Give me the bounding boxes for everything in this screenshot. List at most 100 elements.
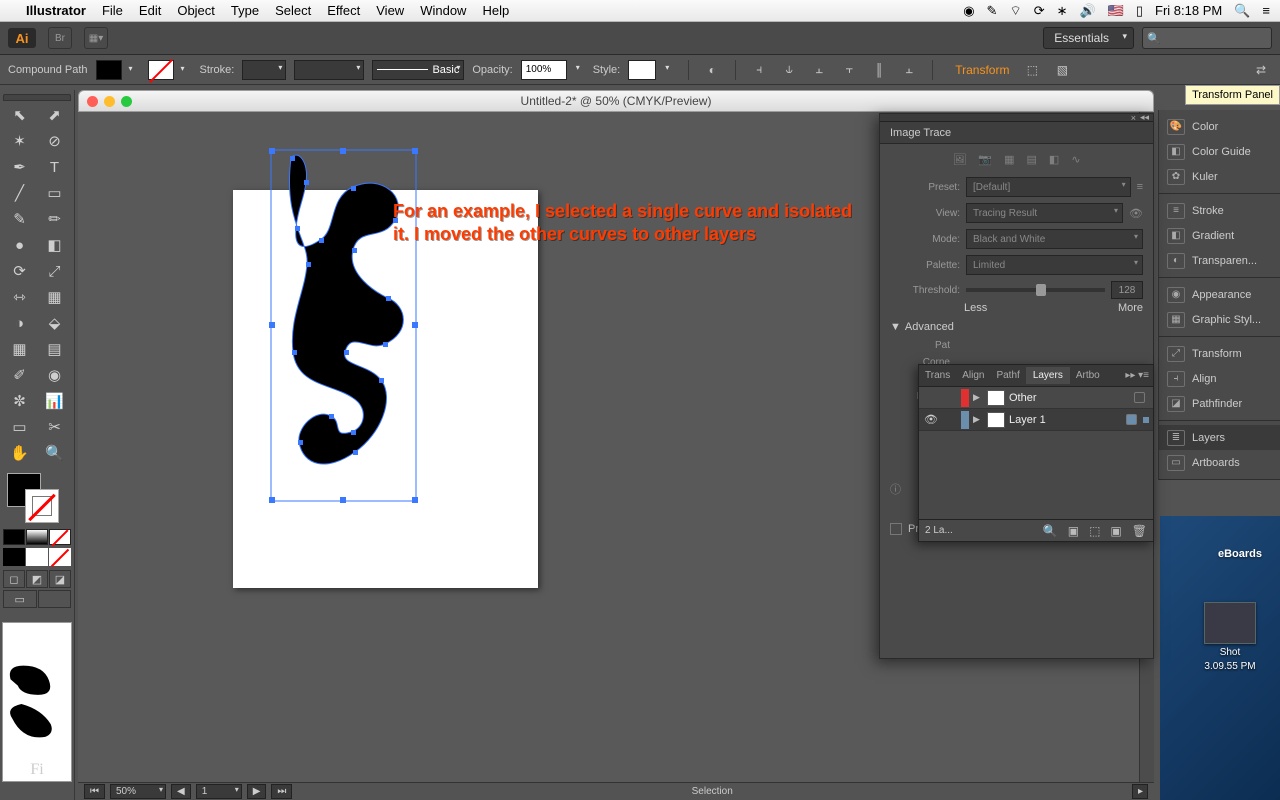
layer-row-layer1[interactable]: 👁 ▶ Layer 1	[919, 409, 1153, 431]
spotlight-icon[interactable]: 🔍	[1234, 3, 1250, 19]
edit-clip-button[interactable]: ▧	[1051, 60, 1073, 80]
trace-palette-select[interactable]: Limited	[966, 255, 1143, 275]
threshold-slider[interactable]	[966, 288, 1105, 292]
delete-layer-icon[interactable]: 🗑	[1132, 524, 1147, 538]
artboard-last-icon[interactable]: ⏭	[271, 784, 292, 799]
align-vcenter-button[interactable]: ║	[868, 60, 890, 80]
graphic-style-select[interactable]	[628, 60, 656, 80]
flag-icon[interactable]: 🇺🇸	[1108, 3, 1124, 19]
dock-layers[interactable]: ≣Layers	[1159, 425, 1280, 450]
visibility-toggle[interactable]	[923, 390, 939, 406]
dock-appearance[interactable]: ◉Appearance	[1159, 282, 1280, 307]
color-mode-toggle[interactable]	[3, 529, 71, 545]
eraser-tool[interactable]: ◧	[38, 233, 71, 257]
screen-mode-button[interactable]: ▭	[3, 590, 37, 608]
drawing-normal[interactable]: ◻	[3, 570, 25, 588]
hand-tool[interactable]: ✋	[3, 441, 36, 465]
zoom-tool[interactable]: 🔍	[38, 441, 71, 465]
tab-transform[interactable]: Trans	[919, 370, 956, 381]
volume-icon[interactable]: 🔊	[1080, 3, 1096, 19]
evernote-icon[interactable]: ✎	[987, 3, 998, 19]
menu-app[interactable]: Illustrator	[26, 3, 86, 18]
blob-brush-tool[interactable]: ●	[3, 233, 36, 257]
default-black[interactable]	[3, 548, 25, 566]
brush-select[interactable]: Basic	[372, 60, 464, 80]
align-bottom-button[interactable]: ⫠	[898, 60, 920, 80]
trace-preset-icon[interactable]: 📷	[978, 153, 992, 166]
dock-graphic-styles[interactable]: ▦Graphic Styl...	[1159, 307, 1280, 332]
threshold-value[interactable]: 128	[1111, 281, 1143, 299]
menu-view[interactable]: View	[376, 3, 404, 18]
visibility-toggle[interactable]: 👁	[923, 412, 939, 428]
stroke-color[interactable]	[25, 489, 59, 523]
gradient-tool[interactable]: ▤	[38, 337, 71, 361]
toolbox-grip[interactable]	[3, 94, 71, 101]
make-clip-icon[interactable]: ▣	[1068, 524, 1079, 538]
zoom-level[interactable]: 50%	[110, 784, 166, 799]
scale-tool[interactable]: ⤢	[38, 259, 71, 283]
align-left-button[interactable]: ⫞	[748, 60, 770, 80]
fill-stroke-control[interactable]	[3, 471, 71, 527]
rotate-tool[interactable]: ⟳	[3, 259, 36, 283]
stroke-swatch[interactable]	[148, 60, 174, 80]
nav-first-icon[interactable]: ⏮	[84, 784, 105, 799]
paintbrush-tool[interactable]: ✎	[3, 207, 36, 231]
app-search[interactable]: 🔍	[1142, 27, 1272, 49]
locate-object-icon[interactable]: 🔍	[1043, 524, 1058, 538]
lasso-tool[interactable]: ⊘	[38, 129, 71, 153]
eyedropper-tool[interactable]: ✐	[3, 363, 36, 387]
perspective-tool[interactable]: ⬙	[38, 311, 71, 335]
pen-tool[interactable]: ✒	[3, 155, 36, 179]
fill-swatch[interactable]	[96, 60, 122, 80]
new-sublayer-icon[interactable]: ⬚	[1089, 524, 1100, 538]
advanced-toggle[interactable]: ▼Advanced	[880, 317, 1153, 337]
desktop-screenshot-file[interactable]: Shot 3.09.55 PM	[1194, 602, 1266, 672]
var-width-profile[interactable]	[294, 60, 364, 80]
creative-cloud-icon[interactable]: ◉	[963, 3, 974, 19]
panel-menu-icon[interactable]: ▸▸ ▾≡	[1119, 370, 1153, 381]
clock[interactable]: Fri 8:18 PM	[1155, 3, 1222, 18]
dock-pathfinder[interactable]: ◪Pathfinder	[1159, 391, 1280, 416]
align-right-button[interactable]: ⫠	[808, 60, 830, 80]
dock-artboards[interactable]: ▭Artboards	[1159, 450, 1280, 475]
preset-options-icon[interactable]: ≡	[1137, 181, 1143, 193]
trace-mode-select[interactable]: Black and White	[966, 229, 1143, 249]
trace-preset-icon[interactable]: ▤	[1027, 153, 1037, 166]
bluetooth-icon[interactable]: ∗	[1057, 3, 1068, 19]
artboard-number[interactable]: 1	[196, 784, 242, 799]
selection-tool[interactable]: ⬉	[3, 103, 36, 127]
new-layer-icon[interactable]: ▣	[1110, 524, 1121, 538]
menu-effect[interactable]: Effect	[327, 3, 360, 18]
tab-artboards[interactable]: Artbo	[1070, 370, 1106, 381]
tab-pathfinder[interactable]: Pathf	[990, 370, 1025, 381]
dock-transform[interactable]: ⤢Transform	[1159, 341, 1280, 366]
trace-preset-icon[interactable]: ◧	[1049, 153, 1059, 166]
artboard-next-icon[interactable]: ▶	[247, 784, 267, 799]
column-graph-tool[interactable]: 📊	[38, 389, 71, 413]
target-icon[interactable]	[1126, 414, 1137, 425]
dock-gradient[interactable]: ◧Gradient	[1159, 223, 1280, 248]
blend-tool[interactable]: ◉	[38, 363, 71, 387]
trace-preset-icon[interactable]: 🖼	[952, 153, 966, 166]
menu-edit[interactable]: Edit	[139, 3, 161, 18]
artboard-prev-icon[interactable]: ◀	[171, 784, 191, 799]
battery-icon[interactable]: ▯	[1136, 3, 1143, 19]
trace-preset-select[interactable]: [Default]	[966, 177, 1131, 197]
document-titlebar[interactable]: Untitled-2* @ 50% (CMYK/Preview)	[78, 90, 1154, 112]
image-trace-tab[interactable]: Image Trace	[880, 127, 961, 139]
mesh-tool[interactable]: ▦	[3, 337, 36, 361]
notification-icon[interactable]: ≡	[1262, 3, 1270, 18]
expand-icon[interactable]: ▶	[973, 392, 983, 403]
preview-checkbox[interactable]	[890, 523, 902, 535]
dock-stroke[interactable]: ≡Stroke	[1159, 198, 1280, 223]
free-transform-tool[interactable]: ▦	[38, 285, 71, 309]
magic-wand-tool[interactable]: ✶	[3, 129, 36, 153]
menu-select[interactable]: Select	[275, 3, 311, 18]
opacity-input[interactable]: 100%	[521, 60, 567, 80]
target-icon[interactable]	[1134, 392, 1145, 403]
recolor-button[interactable]: ◐	[701, 60, 723, 80]
dock-color-guide[interactable]: ◧Color Guide	[1159, 139, 1280, 164]
isolate-button[interactable]: ⬚	[1021, 60, 1043, 80]
slice-tool[interactable]: ✂	[38, 415, 71, 439]
transform-link[interactable]: Transform	[951, 61, 1013, 79]
